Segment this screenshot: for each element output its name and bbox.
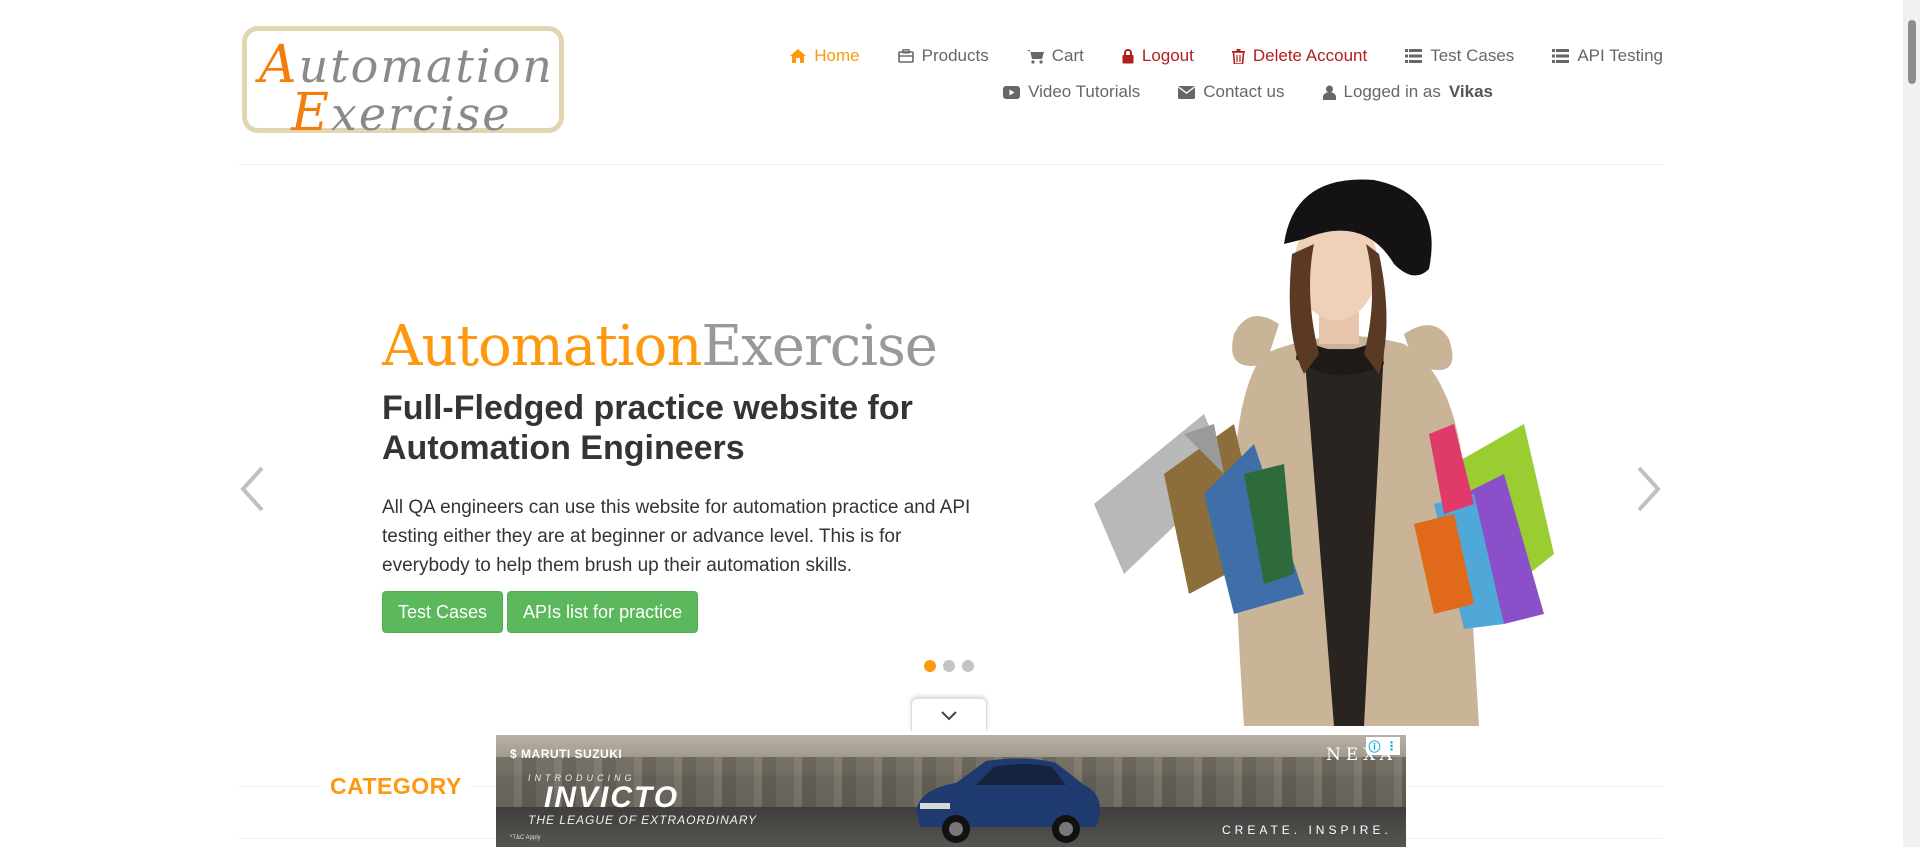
list-icon — [1552, 49, 1570, 63]
ad-menu-icon[interactable]: ⋮ — [1385, 739, 1397, 753]
nav-contact-us[interactable]: Contact us — [1178, 82, 1285, 102]
nav-delete-account[interactable]: Delete Account — [1231, 46, 1367, 66]
trash-icon — [1231, 48, 1245, 64]
hero-headline: Full-Fledged practice website for Automa… — [382, 389, 913, 467]
hero-description: All QA engineers can use this website fo… — [382, 497, 971, 576]
header-divider — [238, 164, 1663, 165]
nav-products[interactable]: Products — [897, 46, 989, 66]
nav-video-tutorials[interactable]: Video Tutorials — [1003, 82, 1140, 102]
youtube-play-icon — [1003, 85, 1021, 99]
site-logo[interactable]: Automation Exercise — [242, 26, 564, 143]
carousel-prev-arrow[interactable] — [238, 466, 268, 512]
hero-model-image — [1094, 179, 1554, 726]
nav-logout[interactable]: Logout — [1122, 46, 1194, 66]
chevron-right-icon — [1637, 466, 1661, 512]
user-icon — [1322, 85, 1336, 100]
ad-car-image — [916, 758, 1101, 843]
hero-buttons: Test Cases APIs list for practice — [382, 591, 699, 633]
logo-line2: Exercise — [291, 83, 512, 143]
hero-brand-title: AutomationExercise — [382, 314, 938, 379]
hero-carousel: AutomationExercise Full-Fledged practice… — [238, 166, 1663, 726]
cart-icon — [1026, 49, 1044, 64]
carousel-dot-3[interactable] — [962, 660, 974, 672]
ad-slogan: CREATE. INSPIRE. — [1222, 823, 1392, 837]
test-cases-button[interactable]: Test Cases — [382, 591, 504, 633]
carousel-dot-2[interactable] — [943, 660, 955, 672]
ad-choices[interactable]: ⓘ ⋮ — [1366, 737, 1400, 755]
lock-icon — [1122, 48, 1134, 63]
nav-test-cases[interactable]: Test Cases — [1405, 46, 1514, 66]
ad-terms: *T&C Apply — [510, 835, 541, 841]
list-icon — [1405, 49, 1423, 63]
nav-home[interactable]: Home — [790, 46, 860, 66]
nav-row-1: Home Products Cart Logout Delete Account… — [663, 38, 1663, 74]
envelope-icon — [1178, 85, 1196, 99]
apis-list-button[interactable]: APIs list for practice — [507, 591, 699, 633]
category-title: CATEGORY — [322, 773, 470, 800]
carousel-next-arrow[interactable] — [1633, 466, 1663, 512]
ad-collapse-toggle[interactable] — [911, 698, 987, 731]
carousel-dot-1[interactable] — [924, 660, 936, 672]
main-nav: Home Products Cart Logout Delete Account… — [663, 38, 1663, 110]
page-scrollbar[interactable] — [1903, 0, 1920, 847]
ad-model-name: INVICTO — [544, 781, 680, 814]
briefcase-icon — [897, 49, 914, 63]
nav-api-testing[interactable]: API Testing — [1552, 46, 1663, 66]
nav-cart[interactable]: Cart — [1026, 46, 1084, 66]
chevron-down-icon — [941, 711, 957, 721]
ad-info-icon[interactable]: ⓘ — [1368, 738, 1380, 755]
ad-banner[interactable]: $ MARUTI SUZUKI INTRODUCING INVICTO THE … — [496, 735, 1406, 847]
chevron-left-icon — [240, 466, 264, 512]
scrollbar-thumb[interactable] — [1908, 20, 1916, 84]
nav-row-2: Video Tutorials Contact us Logged in as … — [663, 74, 1663, 110]
suzuki-logo-icon: $ — [510, 747, 518, 761]
carousel-indicators — [924, 660, 974, 672]
ad-brand-name: $ MARUTI SUZUKI — [510, 747, 623, 761]
ad-tagline: THE LEAGUE OF EXTRAORDINARY — [528, 813, 758, 827]
home-icon — [790, 49, 807, 63]
logged-in-status: Logged in as Vikas — [1322, 82, 1493, 102]
logged-in-username: Vikas — [1448, 82, 1493, 101]
